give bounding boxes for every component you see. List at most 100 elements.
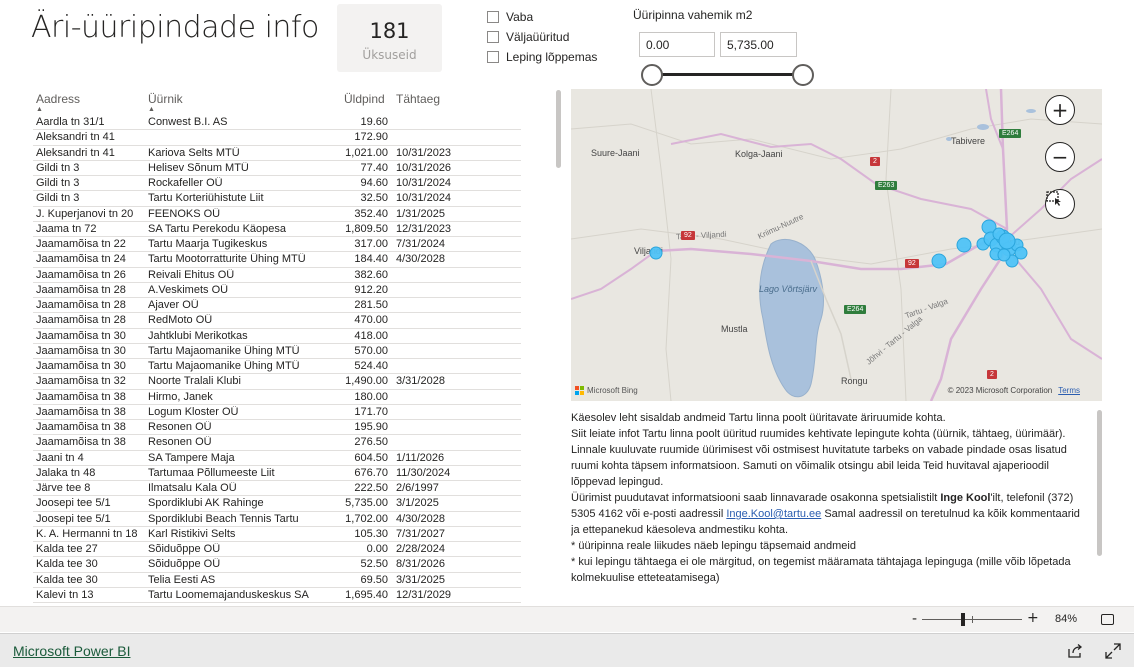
table-row[interactable]: Jaamamõisa tn 38 Resonen OÜ 276.50 xyxy=(33,435,521,451)
cell-tahtaeg: 7/31/2027 xyxy=(396,527,445,540)
table-row[interactable]: Jaamamõisa tn 28 A.Veskimets OÜ 912.20 xyxy=(33,283,521,298)
cell-uurnik: Tartumaa Põllumeeste Liit xyxy=(148,466,275,479)
table-row[interactable]: Kalda tee 30 Sõiduõppe OÜ 52.50 8/31/2026 xyxy=(33,557,521,573)
table-row[interactable]: Jaamamõisa tn 24 Tartu Mootorratturite Üh… xyxy=(33,252,521,268)
table-row[interactable]: Jaamamõisa tn 38 Hirmo, Janek 180.00 xyxy=(33,390,521,405)
filter-vaba[interactable]: Vaba xyxy=(487,7,597,27)
cell-uurnik: Sõiduõppe OÜ xyxy=(148,543,221,555)
table-row[interactable]: Kalda tee 27 Sõiduõppe OÜ 0.00 2/28/2024 xyxy=(33,542,521,558)
cell-uurnik: Telia Eesti AS xyxy=(148,573,216,586)
location-marker[interactable] xyxy=(956,237,972,253)
cell-uldpind: 180.00 xyxy=(354,390,388,403)
range-slicer-title: Üüripinna vahemik m2 xyxy=(633,8,753,22)
range-slider-high-handle[interactable] xyxy=(792,64,814,86)
table-row[interactable]: Jaamamõisa tn 28 RedMoto OÜ 470.00 xyxy=(33,313,521,329)
table-row[interactable]: Joosepi tee 5/1 Spordiklubi AK Rahinge 5,7… xyxy=(33,496,521,512)
table-row[interactable]: K. A. Hermanni tn 18 Karl Ristikivi Selts… xyxy=(33,527,521,542)
zoom-percentage: 84% xyxy=(1055,613,1078,625)
table-row[interactable]: Jaani tn 4 SA Tampere Maja 604.50 1/11/2026 xyxy=(33,451,521,466)
location-marker[interactable] xyxy=(997,248,1011,262)
column-header-uurnik[interactable]: Üürnik xyxy=(148,92,183,106)
cell-uurnik: RedMoto OÜ xyxy=(148,314,213,327)
table-row[interactable]: Jaamamõisa tn 38 Logum Kloster OÜ 171.70 xyxy=(33,405,521,420)
cell-tahtaeg: 10/31/2023 xyxy=(396,146,452,159)
checkbox[interactable] xyxy=(487,11,499,23)
share-icon[interactable] xyxy=(1067,643,1083,659)
zoom-in-button[interactable]: + xyxy=(1045,95,1075,125)
table-row[interactable]: Kalda tee 30 Telia Eesti AS 69.50 3/31/2025 xyxy=(33,573,521,588)
table-row[interactable]: Järve tee 8 Ilmatsalu Kala OÜ 222.50 2/6/19… xyxy=(33,481,521,497)
cell-aadress: Jaani tn 4 xyxy=(36,451,84,464)
cell-tahtaeg: 3/1/2025 xyxy=(396,497,439,510)
map-visual[interactable]: Tabivere Suure-Jaani Kolga-Jaani Viljand… xyxy=(571,89,1102,401)
range-max-input[interactable]: 5,735.00 xyxy=(720,32,797,57)
kpi-card[interactable]: 181 Üksuseid xyxy=(337,4,442,72)
column-header-aadress[interactable]: Aadress xyxy=(36,92,80,106)
table-row[interactable]: Aleksandri tn 41 172.90 xyxy=(33,130,521,146)
table-row[interactable]: Jaamamõisa tn 30 Tartu Majaomanike Ühing … xyxy=(33,359,521,375)
zoom-in-icon[interactable]: + xyxy=(1027,610,1039,626)
range-slider-low-handle[interactable] xyxy=(641,64,663,86)
checkbox[interactable] xyxy=(487,31,499,43)
cell-tahtaeg: 4/30/2028 xyxy=(396,512,445,525)
table-row[interactable]: Aardla tn 31/1 Conwest B.I. AS 19.60 xyxy=(33,115,521,131)
table-scrollbar[interactable] xyxy=(556,90,561,168)
location-marker[interactable] xyxy=(1014,246,1028,260)
cell-uurnik: Ajaver OÜ xyxy=(148,299,199,311)
selection-tool-button[interactable] xyxy=(1045,189,1075,219)
location-marker[interactable] xyxy=(998,232,1016,250)
cell-uldpind: 222.50 xyxy=(354,482,388,494)
location-marker[interactable] xyxy=(649,246,663,260)
cell-tahtaeg: 12/31/2023 xyxy=(396,222,452,235)
table-row[interactable]: Kalevi tn 13 Tartu Loomemajanduskeskus SA… xyxy=(33,588,521,603)
table-row[interactable]: Aleksandri tn 41 Kariova Selts MTÜ 1,021.0… xyxy=(33,146,521,161)
table-row[interactable]: Gildi tn 3 Helisev Sõnum MTÜ 77.40 10/31/20… xyxy=(33,161,521,176)
terms-link[interactable]: Terms xyxy=(1058,386,1080,395)
table-row[interactable]: Jaamamõisa tn 30 Tartu Majaomanike Ühing … xyxy=(33,344,521,359)
table-row[interactable]: Gildi tn 3 Tartu Korteriühistute Liit 32.5… xyxy=(33,191,521,207)
filter-leping-loppemas[interactable]: Leping lõppemas xyxy=(487,47,597,67)
range-slider-track[interactable] xyxy=(652,73,803,76)
zoom-out-button[interactable]: − xyxy=(1045,142,1075,172)
range-min-input[interactable]: 0.00 xyxy=(639,32,715,57)
table-row[interactable]: J. Kuperjanovi tn 20 FEENOKS OÜ 352.40 1/31… xyxy=(33,207,521,222)
expand-icon[interactable] xyxy=(1105,643,1121,659)
location-marker[interactable] xyxy=(931,253,947,269)
table-row[interactable]: Jaamamõisa tn 38 Resonen OÜ 195.90 xyxy=(33,420,521,436)
info-scrollbar[interactable] xyxy=(1097,410,1102,556)
table-row[interactable]: Jaamamõisa tn 26 Reivali Ehitus OÜ 382.60 xyxy=(33,268,521,283)
cell-aadress: Kalda tee 30 xyxy=(36,558,98,571)
cell-uldpind: 77.40 xyxy=(360,161,388,174)
table-row[interactable]: Jaamamõisa tn 22 Tartu Maarja Tugikeskus 3… xyxy=(33,237,521,253)
cell-uldpind: 912.20 xyxy=(354,283,388,296)
zoom-out-icon[interactable]: - xyxy=(912,611,917,627)
fit-to-page-icon[interactable] xyxy=(1101,614,1114,625)
column-header-uldpind[interactable]: Üldpind xyxy=(344,92,385,106)
sort-ascending-icon: ▲ xyxy=(36,106,43,113)
table-row[interactable]: Jaamamõisa tn 32 Noorte Tralali Klubi 1,49… xyxy=(33,374,521,390)
table-row[interactable]: Gildi tn 3 Rockafeller OÜ 94.60 10/31/2024 xyxy=(33,176,521,192)
checkbox[interactable] xyxy=(487,51,499,63)
cell-uldpind: 570.00 xyxy=(354,344,388,357)
table-row[interactable]: Joosepi tee 5/1 Spordiklubi Beach Tennis … xyxy=(33,512,521,527)
cell-aadress: Jaamamõisa tn 38 xyxy=(36,390,126,403)
cell-uldpind: 276.50 xyxy=(354,436,388,449)
table-row[interactable]: Jalaka tn 48 Tartumaa Põllumeeste Liit 676… xyxy=(33,466,521,481)
bing-attribution: Microsoft Bing xyxy=(575,386,638,395)
table-row[interactable]: Jaamamõisa tn 30 Jahtklubi Merikotkas 418.… xyxy=(33,329,521,344)
cell-tahtaeg: 11/30/2024 xyxy=(396,466,451,479)
filter-valjauuritud[interactable]: Väljaüüritud xyxy=(487,27,597,47)
zoom-slider-handle[interactable] xyxy=(961,613,965,626)
cell-uldpind: 69.50 xyxy=(360,573,388,586)
email-link[interactable]: Inge.Kool@tartu.ee xyxy=(726,508,821,520)
table-row[interactable]: Jaamamõisa tn 28 Ajaver OÜ 281.50 xyxy=(33,298,521,314)
bing-label: Microsoft Bing xyxy=(587,386,638,395)
cell-uldpind: 1,695.40 xyxy=(345,588,388,601)
cell-aadress: Jalaka tn 48 xyxy=(36,466,96,479)
table-row[interactable]: Jaama tn 72 SA Tartu Perekodu Käopesa 1,80… xyxy=(33,222,521,237)
zoom-default-tick xyxy=(972,616,973,623)
cell-uldpind: 0.00 xyxy=(366,543,388,555)
cell-aadress: K. A. Hermanni tn 18 xyxy=(36,527,138,540)
column-header-tahtaeg[interactable]: Tähtaeg xyxy=(396,92,440,106)
power-bi-link[interactable]: Microsoft Power BI xyxy=(13,643,130,659)
